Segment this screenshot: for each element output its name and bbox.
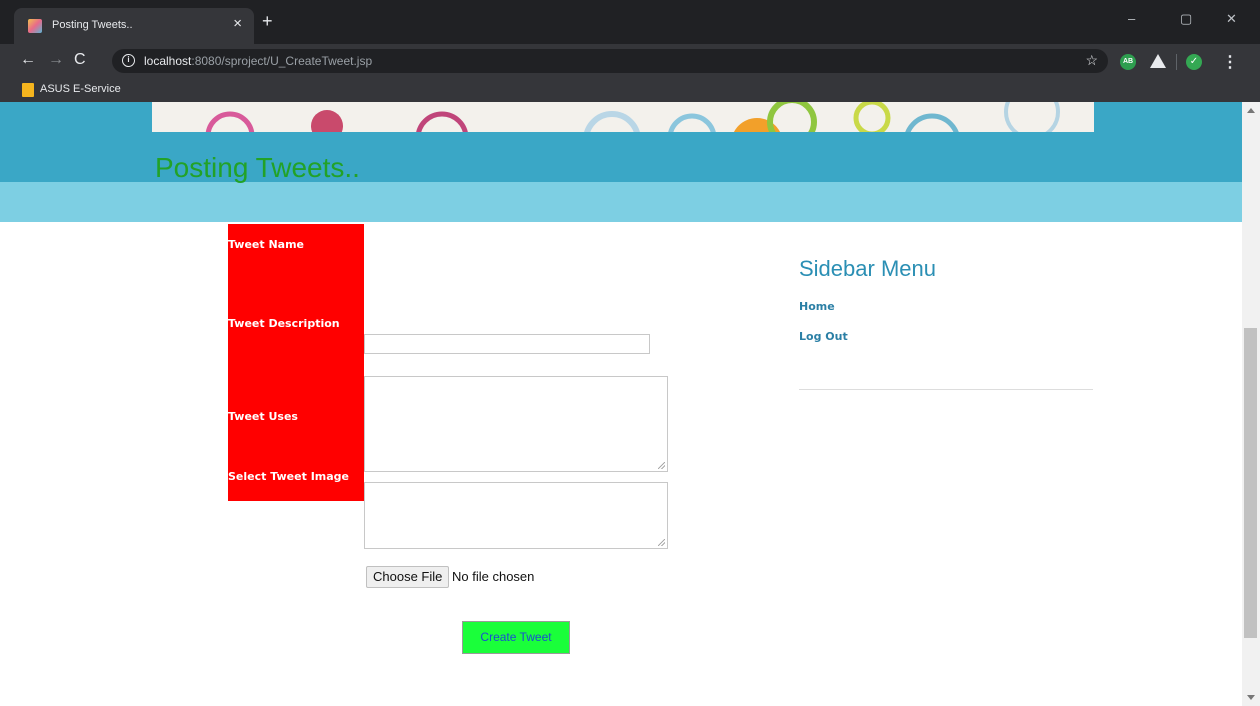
resize-handle-icon[interactable] [658,462,665,469]
bookmark-star-icon[interactable]: ☆ [1085,52,1098,69]
scrollbar-thumb[interactable] [1244,328,1257,638]
sidebar-link-log-out[interactable]: Log Out [799,330,848,343]
tweet-uses-label: Tweet Uses [228,410,298,423]
favicon-icon [28,19,42,33]
drive-extension-icon[interactable] [1150,54,1166,68]
bookmark-asus-e-service[interactable]: ASUS E-Service [40,83,121,95]
adblock-extension-icon[interactable]: AB [1120,54,1136,70]
minimize-icon[interactable]: – [1128,12,1135,26]
maximize-icon[interactable]: ▢ [1180,12,1192,26]
tweet-name-label: Tweet Name [228,238,305,251]
tab-close-icon[interactable]: × [233,16,242,32]
shield-extension-icon[interactable]: ✓ [1186,54,1202,70]
url-host: localhost [144,54,192,68]
sidebar-link-home[interactable]: Home [799,300,835,313]
browser-toolbar: ← → C i localhost:8080/sproject/U_Create… [0,44,1260,78]
file-status-text: No file chosen [452,569,535,584]
tweet-description-textarea[interactable] [364,376,668,472]
tweet-uses-textarea[interactable] [364,482,668,549]
forward-icon[interactable]: → [48,51,64,69]
browser-tab[interactable]: Posting Tweets.. × [14,8,254,44]
sidebar-divider [799,389,1093,390]
tweet-name-input[interactable] [364,334,650,354]
header-banner-image [152,102,1094,132]
page-title: Posting Tweets.. [155,152,360,183]
toolbar-divider [1176,54,1177,70]
bookmarks-bar: ASUS E-Service [0,78,1260,102]
new-tab-icon[interactable]: + [262,12,273,30]
tab-title: Posting Tweets.. [52,19,133,31]
address-bar[interactable]: i localhost:8080/sproject/U_CreateTweet.… [112,49,1108,73]
resize-handle-icon[interactable] [658,539,665,546]
scroll-up-icon[interactable] [1247,108,1255,113]
browser-tabstrip: Posting Tweets.. × + – ▢ ✕ [0,0,1260,44]
browser-menu-icon[interactable]: ⋮ [1222,52,1238,72]
form-label-column: Tweet Name Tweet Description Tweet Uses … [228,224,364,501]
reload-icon[interactable]: C [74,51,86,69]
site-info-icon[interactable]: i [122,54,135,67]
banner-artwork [205,102,1060,132]
back-icon[interactable]: ← [20,51,36,69]
window-close-icon[interactable]: ✕ [1226,12,1237,26]
choose-file-button[interactable]: Choose File [366,566,450,588]
tweet-description-label: Tweet Description [228,317,340,330]
vertical-scrollbar[interactable] [1242,102,1260,706]
tweet-image-label: Select Tweet Image [228,470,349,483]
url-path: :8080/sproject/U_CreateTweet.jsp [191,54,373,68]
site-header-stripe [0,182,1242,222]
create-tweet-button[interactable]: Create Tweet [462,621,570,654]
scroll-down-icon[interactable] [1247,695,1255,700]
bookmark-folder-icon [22,83,34,97]
url-text: localhost:8080/sproject/U_CreateTweet.js… [144,54,372,68]
sidebar-title: Sidebar Menu [799,256,936,281]
